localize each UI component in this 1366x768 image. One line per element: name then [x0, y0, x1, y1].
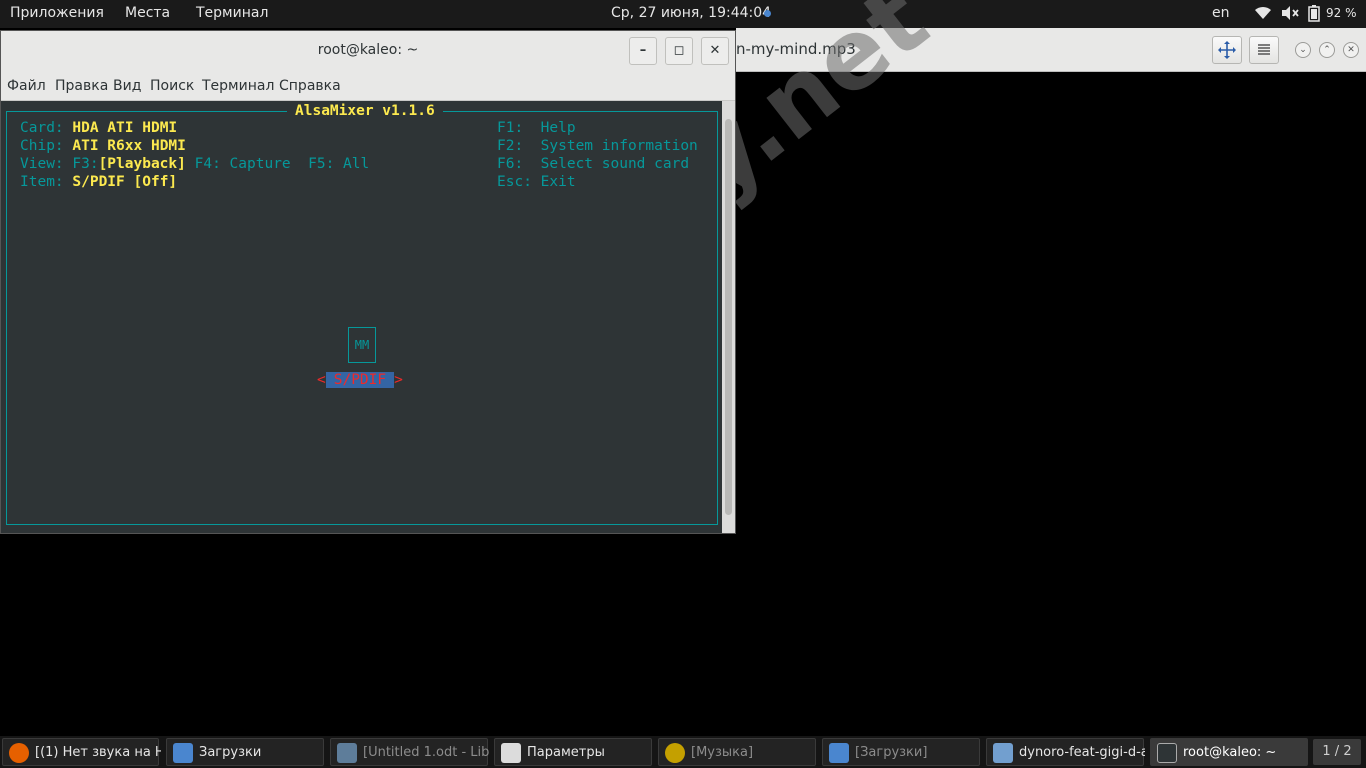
task-label: [(1) Нет звука на Н...: [35, 745, 161, 760]
item-value: S/PDIF [Off]: [72, 174, 178, 190]
menu-file[interactable]: Файл: [7, 78, 46, 94]
notification-dot-icon: [764, 10, 771, 17]
settings-icon: [501, 743, 521, 763]
menu-hamburger-button[interactable]: [1249, 36, 1279, 64]
help-f1: F1: Help: [497, 120, 576, 136]
view-value: [Playback]: [98, 156, 186, 172]
scrollbar-thumb[interactable]: [725, 119, 732, 515]
terminal-title: root@kaleo: ~: [317, 42, 419, 58]
maximize-chevron-icon[interactable]: ⌃: [1319, 42, 1335, 58]
terminal-scrollbar[interactable]: [722, 101, 735, 533]
task-label: root@kaleo: ~: [1183, 745, 1277, 760]
terminal-window: root@kaleo: ~ – ◻ ✕ Файл Правка Вид Поис…: [0, 30, 736, 534]
item-line: Item: S/PDIF [Off]: [20, 174, 178, 190]
spdif-switch-box[interactable]: MM: [348, 327, 376, 363]
task-files-downloads[interactable]: Загрузки: [166, 738, 324, 766]
minimize-button[interactable]: –: [629, 37, 657, 65]
minimize-chevron-icon[interactable]: ⌄: [1295, 42, 1311, 58]
firefox-icon: [9, 743, 29, 763]
terminal-content[interactable]: AlsaMixer v1.1.6 Card: HDA ATI HDMI Chip…: [1, 101, 722, 533]
task-label: Загрузки: [199, 745, 262, 760]
task-settings[interactable]: Параметры: [494, 738, 652, 766]
battery-percentage: 92 %: [1326, 6, 1357, 20]
task-label: [Музыка]: [691, 745, 754, 760]
card-line: Card: HDA ATI HDMI: [20, 120, 178, 136]
task-terminal[interactable]: root@kaleo: ~: [1150, 738, 1308, 766]
applications-menu[interactable]: Приложения: [10, 5, 104, 21]
view-line: View: F3:[Playback] F4: Capture F5: All: [20, 156, 370, 172]
media-player-icon: [993, 743, 1013, 763]
card-value: HDA ATI HDMI: [72, 120, 178, 136]
terminal-icon: [1157, 743, 1177, 763]
keyboard-layout-indicator[interactable]: en: [1212, 5, 1230, 21]
music-icon: [665, 743, 685, 763]
media-player-headerbar: n-my-mind.mp3 ⌄ ⌃ ✕: [736, 28, 1366, 72]
menu-terminal[interactable]: Терминал: [202, 78, 274, 94]
top-panel: Приложения Места Терминал Ср, 27 июня, 1…: [0, 0, 1366, 28]
files-icon: [173, 743, 193, 763]
fullscreen-button[interactable]: [1212, 36, 1242, 64]
task-media-player[interactable]: dynoro-feat-gigi-d-a...: [986, 738, 1145, 766]
control-left-arrow: <: [317, 372, 326, 388]
help-f2: F2: System information: [497, 138, 698, 154]
minimize-icon: –: [639, 43, 647, 58]
chip-line: Chip: ATI R6xx HDMI: [20, 138, 186, 154]
control-right-arrow: >: [394, 372, 403, 388]
places-menu[interactable]: Места: [125, 5, 170, 21]
control-label-row: < S/PDIF >: [317, 372, 403, 388]
task-label: [Untitled 1.odt - Lib...: [363, 745, 489, 760]
task-label: [Загрузки]: [855, 745, 928, 760]
volume-muted-icon[interactable]: [1280, 5, 1300, 25]
alsamixer-title: AlsaMixer v1.1.6: [287, 103, 443, 119]
help-esc: Esc: Exit: [497, 174, 576, 190]
terminal-titlebar[interactable]: root@kaleo: ~ – ◻ ✕: [1, 31, 735, 71]
task-libreoffice[interactable]: [Untitled 1.odt - Lib...: [330, 738, 489, 766]
maximize-button[interactable]: ◻: [665, 37, 693, 65]
document-icon: [337, 743, 357, 763]
bottom-taskbar: [(1) Нет звука на Н... Загрузки [Untitle…: [0, 736, 1366, 768]
maximize-icon: ◻: [673, 43, 685, 58]
terminal-menubar: Файл Правка Вид Поиск Терминал Справка: [1, 71, 735, 101]
menu-edit[interactable]: Правка: [55, 78, 108, 94]
close-icon: ✕: [709, 43, 721, 58]
workspace-switcher[interactable]: 1 / 2: [1313, 739, 1361, 765]
files-icon: [829, 743, 849, 763]
menu-view[interactable]: Вид: [113, 78, 141, 94]
control-label-spdif[interactable]: S/PDIF: [325, 372, 395, 388]
menu-search[interactable]: Поиск: [150, 78, 194, 94]
wifi-icon[interactable]: [1254, 5, 1272, 25]
close-button[interactable]: ✕: [701, 37, 729, 65]
help-f6: F6: Select sound card: [497, 156, 690, 172]
chip-value: ATI R6xx HDMI: [72, 138, 186, 154]
battery-icon[interactable]: [1308, 5, 1320, 26]
task-label: dynoro-feat-gigi-d-a...: [1019, 745, 1145, 760]
task-label: Параметры: [527, 745, 605, 760]
task-firefox[interactable]: [(1) Нет звука на Н...: [2, 738, 161, 766]
menu-help[interactable]: Справка: [279, 78, 341, 94]
terminal-app-menu[interactable]: Терминал: [196, 5, 268, 21]
task-files-downloads-2[interactable]: [Загрузки]: [822, 738, 980, 766]
close-icon[interactable]: ✕: [1343, 42, 1359, 58]
media-player-title: n-my-mind.mp3: [736, 40, 856, 58]
task-music[interactable]: [Музыка]: [658, 738, 816, 766]
clock[interactable]: Ср, 27 июня, 19:44:04: [611, 5, 771, 21]
